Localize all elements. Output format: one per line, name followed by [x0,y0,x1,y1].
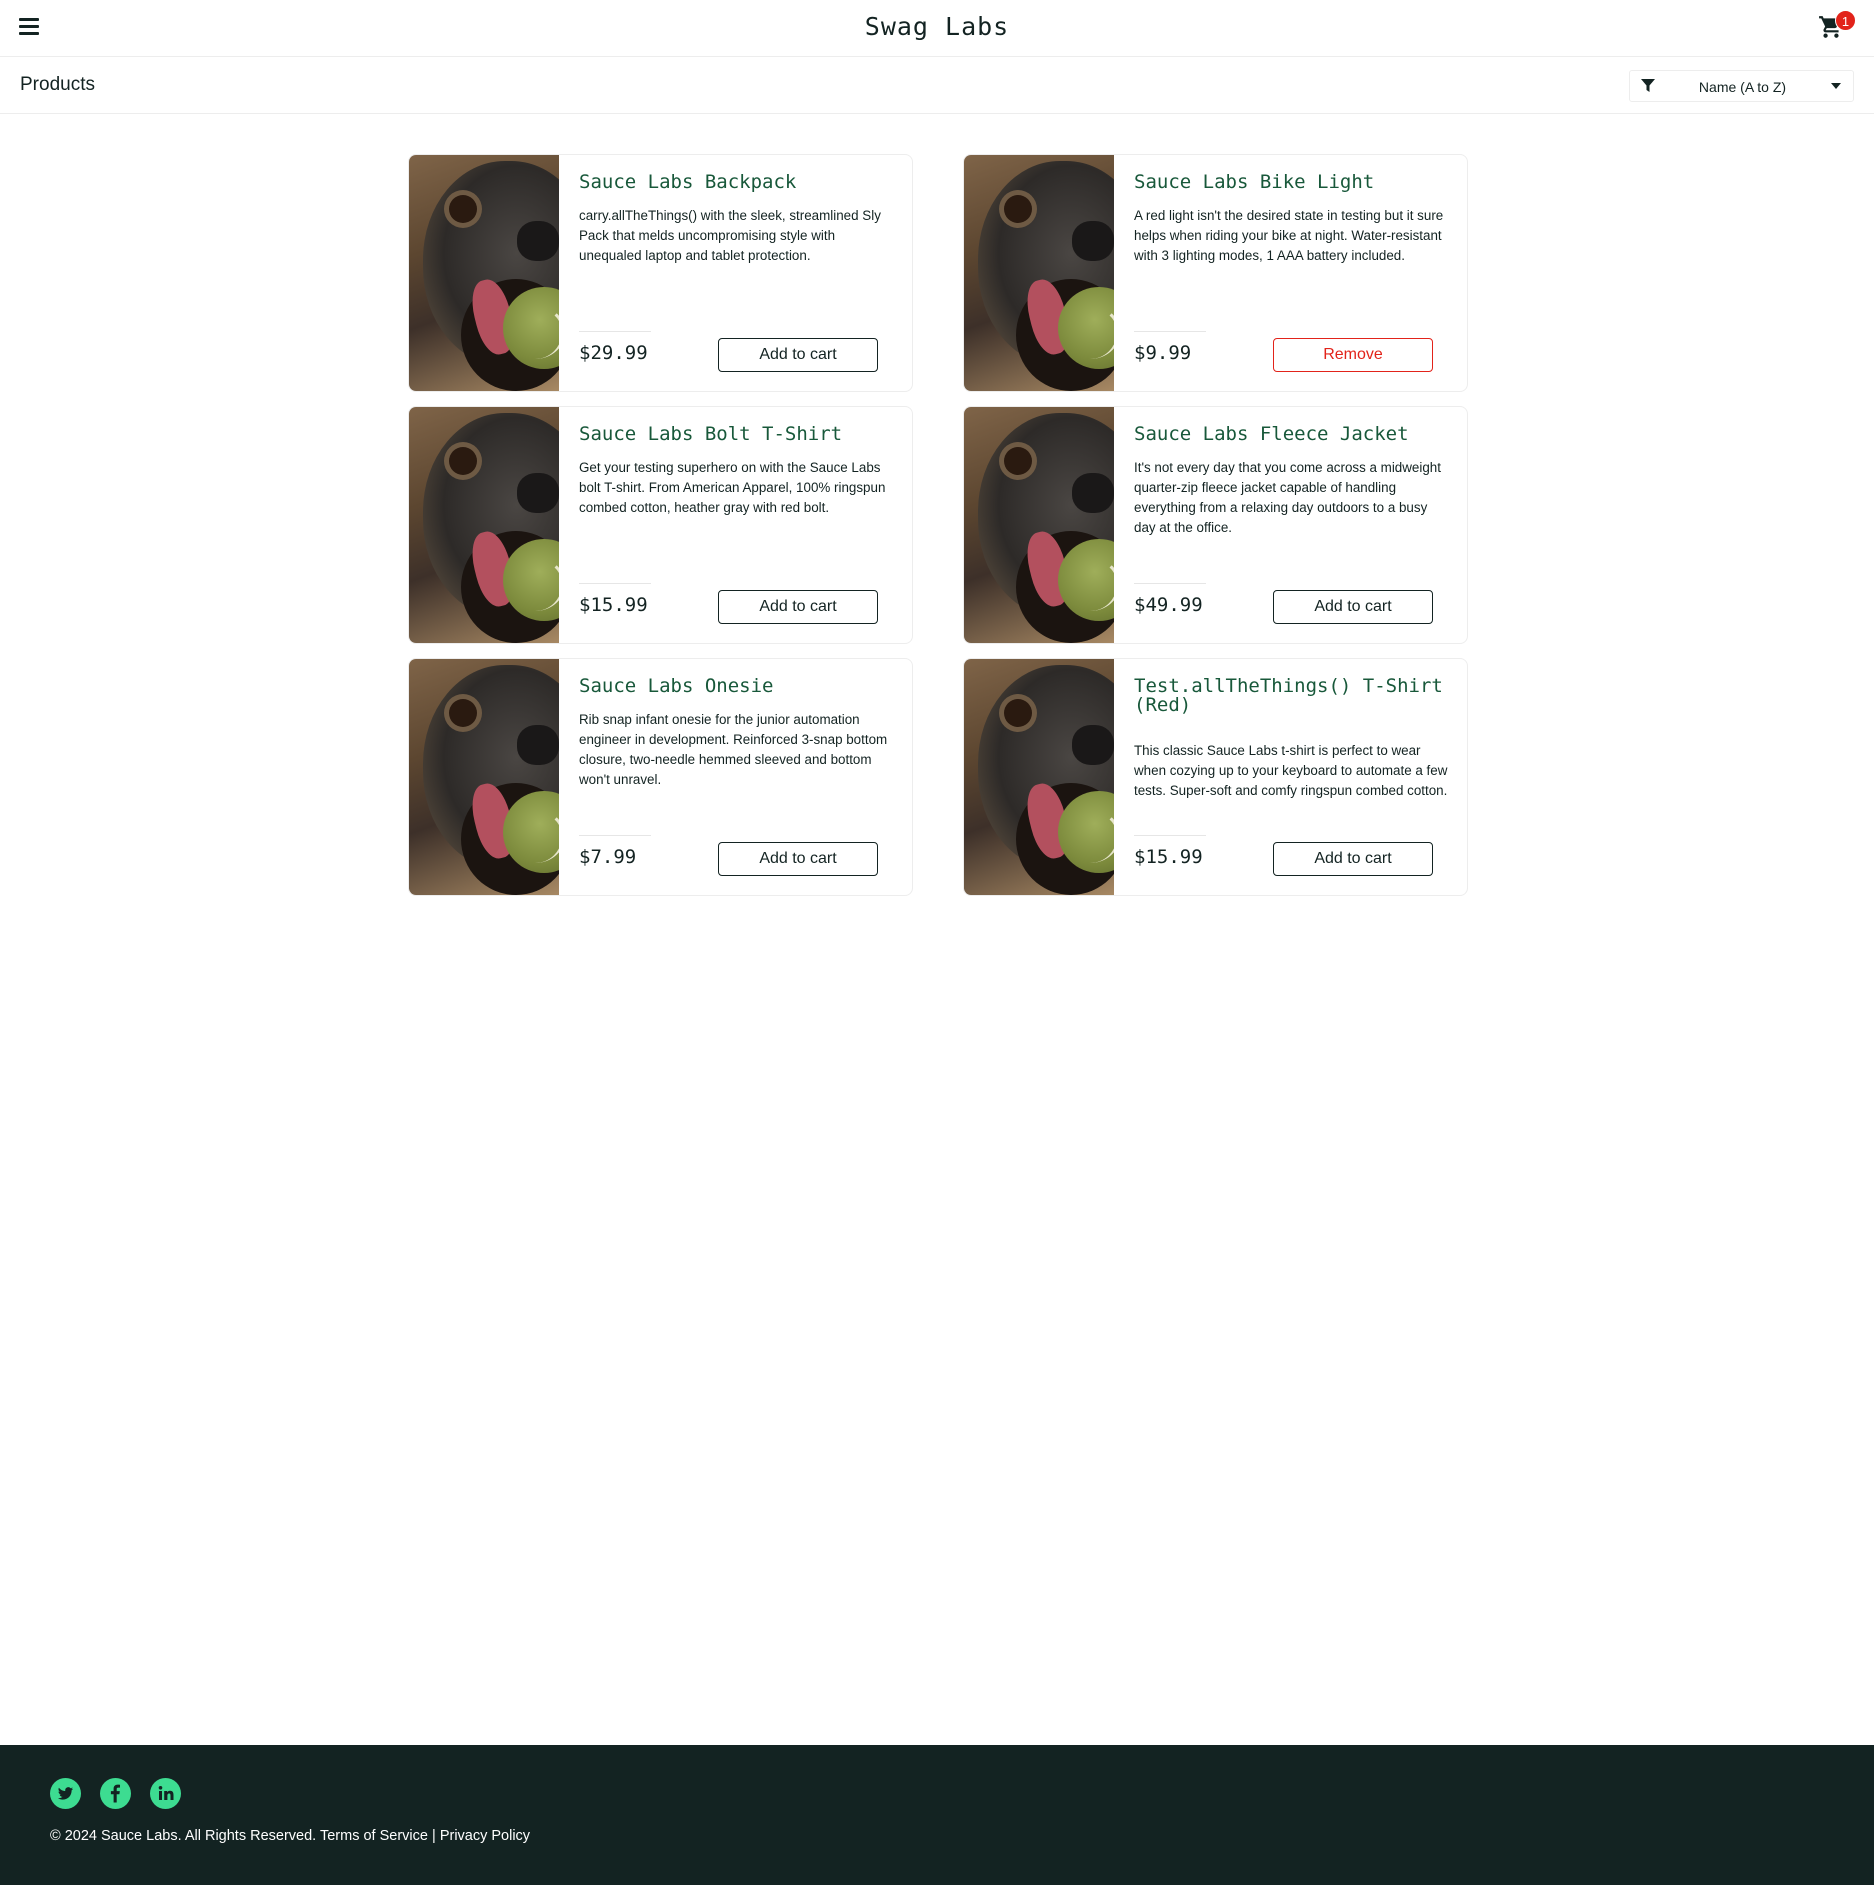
product-image[interactable] [964,407,1114,643]
add-to-cart-button[interactable]: Add to cart [718,338,878,372]
inventory-item: Sauce Labs Backpack carry.allTheThings()… [408,154,913,392]
dog-eye [449,195,477,223]
item-description-block: Sauce Labs Onesie Rib snap infant onesie… [559,659,912,895]
product-image[interactable] [409,659,559,895]
item-description-block: Sauce Labs Fleece Jacket It's not every … [1114,407,1467,643]
dog-nose [1072,473,1114,513]
item-name-link[interactable]: Sauce Labs Bike Light [1134,173,1449,192]
cart-badge: 1 [1835,10,1856,31]
item-description-block: Sauce Labs Bike Light A red light isn't … [1114,155,1467,391]
price-divider [579,331,651,332]
item-description: This classic Sauce Labs t-shirt is perfe… [1134,743,1448,798]
price-divider [579,583,651,584]
price-divider [579,835,651,836]
dog-nose [517,221,559,261]
item-description: A red light isn't the desired state in t… [1134,208,1444,263]
add-to-cart-button[interactable]: Add to cart [1273,590,1433,624]
dog-eye [1004,699,1032,727]
item-description: Get your testing superhero on with the S… [579,460,886,515]
inventory-item: Sauce Labs Bolt T-Shirt Get your testing… [408,406,913,644]
dog-eye [449,699,477,727]
add-to-cart-button[interactable]: Add to cart [718,842,878,876]
inventory-list: Sauce Labs Backpack carry.allTheThings()… [408,154,1468,896]
product-image[interactable] [964,155,1114,391]
item-price: $7.99 [579,846,637,868]
item-price: $9.99 [1134,342,1192,364]
item-price: $29.99 [579,342,648,364]
item-description-block: Test.allTheThings() T-Shirt (Red) This c… [1114,659,1467,895]
tennis-ball-seam [1060,557,1114,611]
dog-nose [517,725,559,765]
linkedin-icon [158,1786,174,1800]
inventory-item: Test.allTheThings() T-Shirt (Red) This c… [963,658,1468,896]
price-divider [1134,835,1206,836]
item-price: $15.99 [1134,846,1203,868]
tennis-ball-seam [505,305,559,359]
dog-nose [517,473,559,513]
item-name-link[interactable]: Test.allTheThings() T-Shirt (Red) [1134,677,1449,715]
dog-eye [1004,195,1032,223]
product-image[interactable] [964,659,1114,895]
privacy-policy-link[interactable]: Privacy Policy [440,1828,530,1844]
tennis-ball-seam [1060,305,1114,359]
shopping-cart-link[interactable]: 1 [1816,10,1856,43]
dog-nose [1072,221,1114,261]
product-image[interactable] [409,155,559,391]
tennis-ball-seam [505,809,559,863]
twitter-icon [58,1787,73,1800]
tennis-ball-seam [505,557,559,611]
add-to-cart-button[interactable]: Add to cart [1273,842,1433,876]
item-price: $49.99 [1134,594,1203,616]
item-description: It's not every day that you come across … [1134,460,1441,535]
product-image[interactable] [409,407,559,643]
item-description-block: Sauce Labs Backpack carry.allTheThings()… [559,155,912,391]
footer-copyright: © 2024 Sauce Labs. All Rights Reserved. … [50,1828,530,1844]
app-logo: Swag Labs [864,12,1010,41]
dog-eye [449,447,477,475]
facebook-icon [110,1784,120,1803]
item-name-link[interactable]: Sauce Labs Onesie [579,677,894,696]
dog-eye [1004,447,1032,475]
item-description: Rib snap infant onesie for the junior au… [579,712,888,787]
twitter-link[interactable] [50,1778,81,1809]
tennis-ball-seam [1060,809,1114,863]
item-price: $15.99 [579,594,648,616]
sort-selected-value: Name (A to Z) [1698,79,1787,95]
item-name-link[interactable]: Sauce Labs Bolt T-Shirt [579,425,894,444]
secondary-header: Products Name (A to Z) [0,57,1874,114]
page-title: Products [20,74,95,95]
item-description: carry.allTheThings() with the sleek, str… [579,208,881,263]
item-name-link[interactable]: Sauce Labs Fleece Jacket [1134,425,1449,444]
facebook-link[interactable] [100,1778,131,1809]
linkedin-link[interactable] [150,1778,181,1809]
footer: © 2024 Sauce Labs. All Rights Reserved. … [0,1745,1874,1885]
copyright-text: © 2024 Sauce Labs. All Rights Reserved. [50,1828,317,1844]
item-description-block: Sauce Labs Bolt T-Shirt Get your testing… [559,407,912,643]
primary-header: Swag Labs 1 [0,0,1874,57]
chevron-down-icon [1831,83,1841,89]
terms-of-service-link[interactable]: Terms of Service [320,1828,428,1844]
dog-nose [1072,725,1114,765]
remove-button[interactable]: Remove [1273,338,1433,372]
inventory-item: Sauce Labs Onesie Rib snap infant onesie… [408,658,913,896]
sort-dropdown[interactable]: Name (A to Z) [1629,70,1854,102]
add-to-cart-button[interactable]: Add to cart [718,590,878,624]
footer-separator: | [432,1828,436,1844]
inventory-item: Sauce Labs Bike Light A red light isn't … [963,154,1468,392]
price-divider [1134,583,1206,584]
inventory-item: Sauce Labs Fleece Jacket It's not every … [963,406,1468,644]
item-name-link[interactable]: Sauce Labs Backpack [579,173,894,192]
price-divider [1134,331,1206,332]
